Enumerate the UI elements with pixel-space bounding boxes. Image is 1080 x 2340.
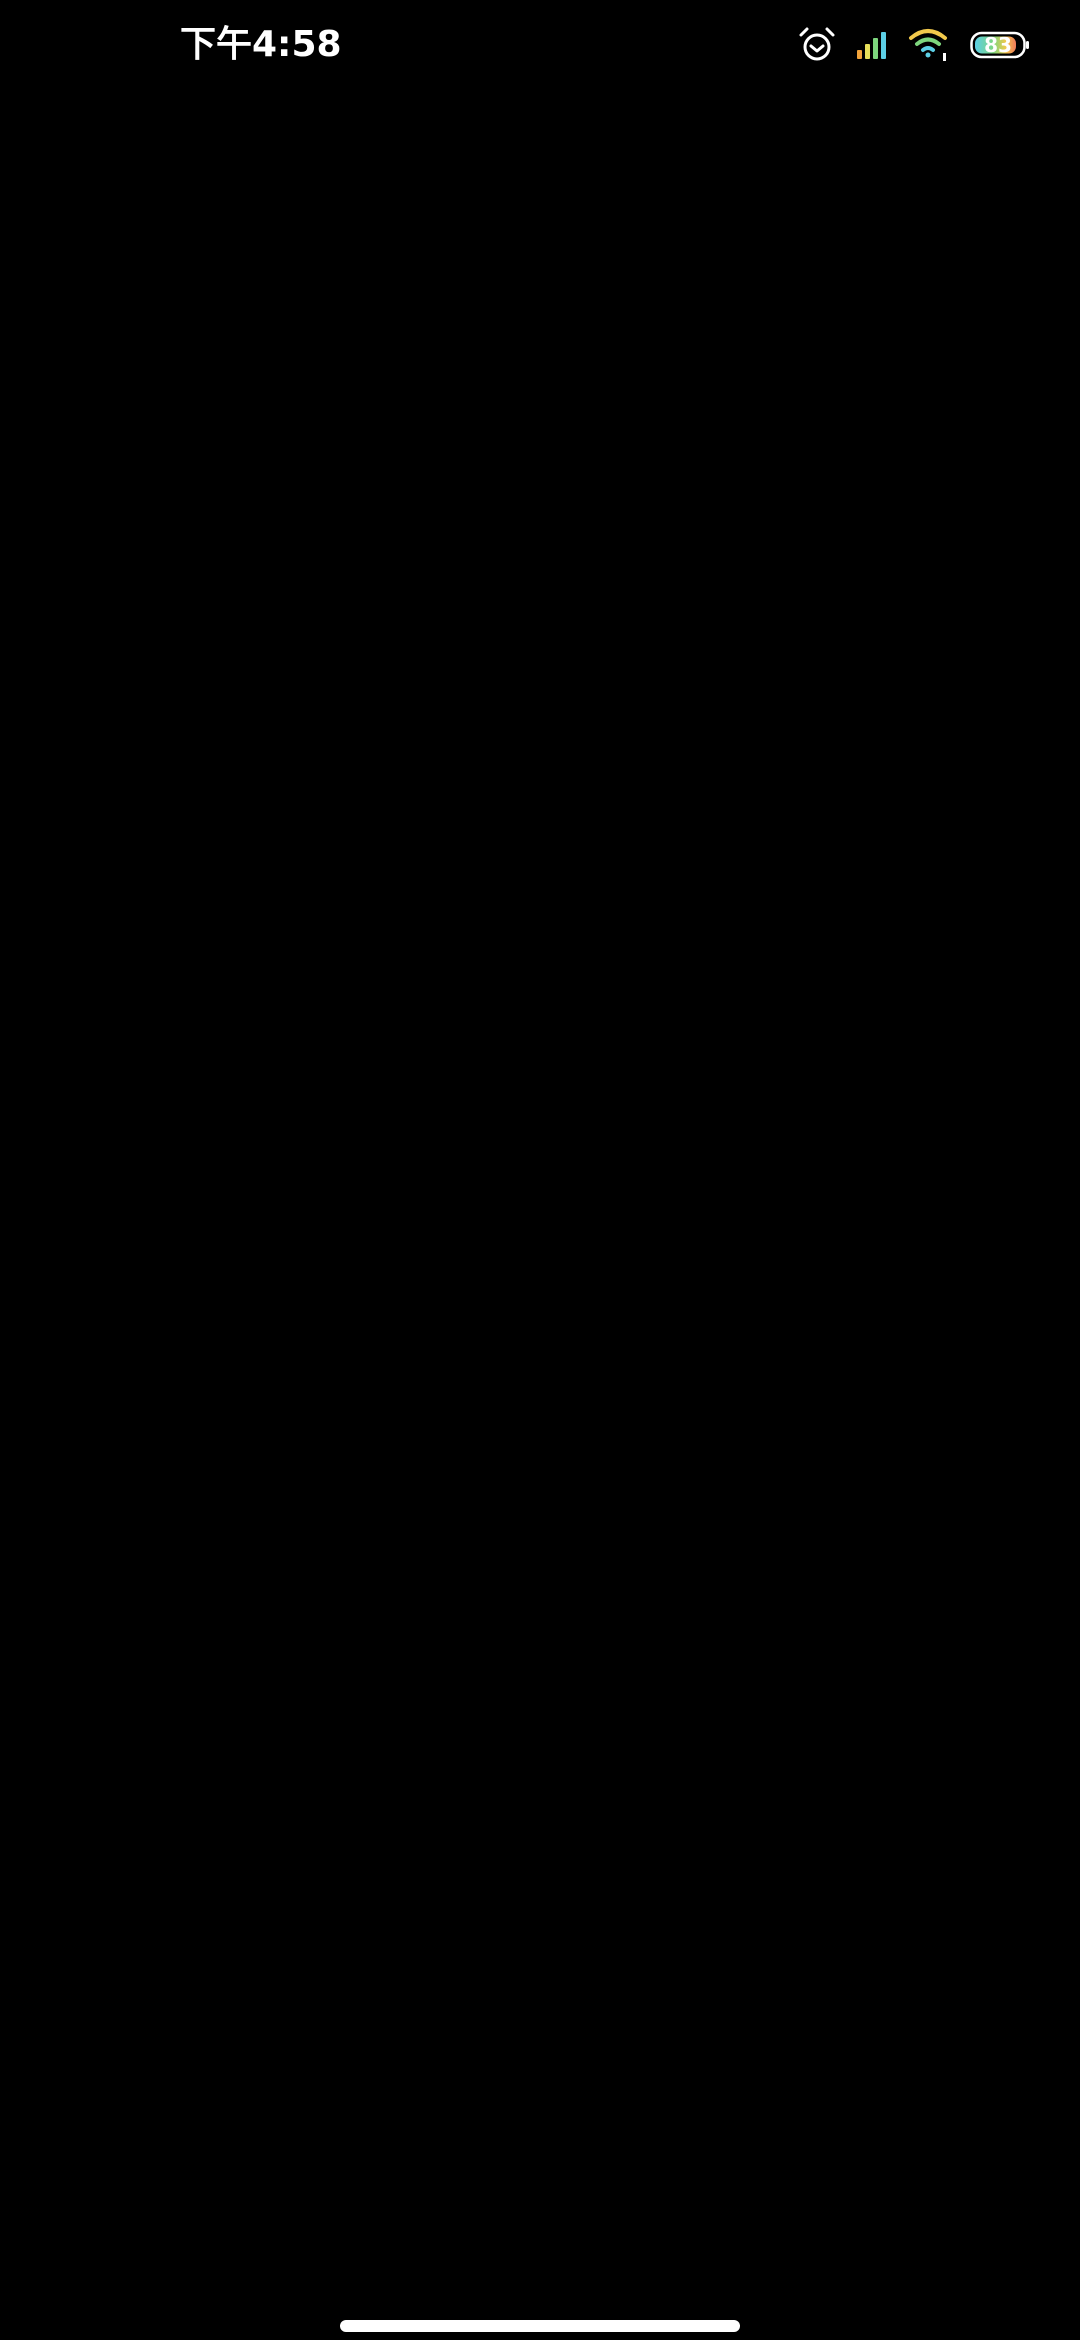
home-indicator[interactable] bbox=[340, 2320, 740, 2332]
battery-icon: 83 bbox=[970, 31, 1030, 59]
screen: 下午4:58 83 bbox=[0, 0, 1080, 2340]
status-time: 下午4:58 bbox=[180, 24, 342, 65]
battery-level-text: 83 bbox=[984, 33, 1012, 57]
wifi-icon bbox=[909, 29, 947, 61]
alarm-icon bbox=[799, 27, 835, 61]
status-icons: 83 bbox=[798, 22, 1030, 68]
signal-icon bbox=[857, 32, 886, 59]
status-bar: 下午4:58 83 bbox=[0, 0, 1080, 90]
blank-content-area bbox=[0, 90, 1080, 2290]
